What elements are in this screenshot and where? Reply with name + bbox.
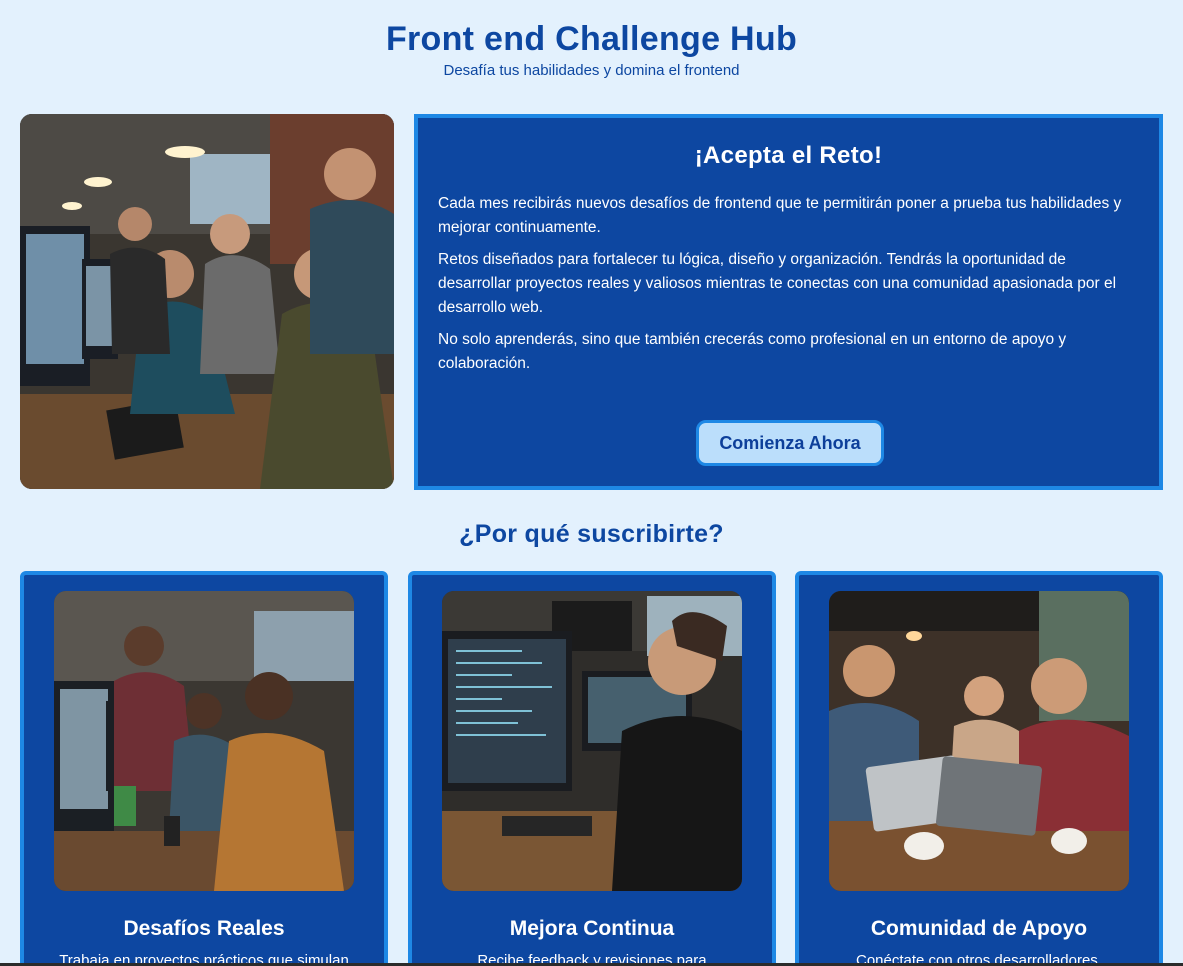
feature-title: Desafíos Reales bbox=[123, 917, 285, 940]
feature-card-support-community: Comunidad de Apoyo Conéctate con otros d… bbox=[795, 571, 1163, 966]
feature-image bbox=[442, 591, 742, 891]
challenge-paragraph: Cada mes recibirás nuevos desafíos de fr… bbox=[438, 195, 1122, 236]
challenge-paragraph: No solo aprenderás, sino que también cre… bbox=[438, 331, 1067, 372]
feature-card-real-challenges: Desafíos Reales Trabaja en proyectos prá… bbox=[20, 571, 388, 966]
hero-image bbox=[20, 114, 394, 489]
feature-image bbox=[829, 591, 1129, 891]
page-title: Front end Challenge Hub bbox=[385, 20, 798, 58]
feature-title: Mejora Continua bbox=[509, 917, 675, 940]
challenge-paragraph: Retos diseñados para fortalecer tu lógic… bbox=[438, 251, 1117, 316]
feature-card-continuous-improvement: Mejora Continua Recibe feedback y revisi… bbox=[408, 571, 776, 966]
start-now-button[interactable]: Comienza Ahora bbox=[696, 420, 884, 466]
challenge-description: Cada mes recibirás nuevos desafíos de fr… bbox=[418, 192, 1159, 376]
hero-section: ¡Acepta el Reto! Cada mes recibirás nuev… bbox=[20, 114, 1163, 490]
page-header: Front end Challenge Hub Desafía tus habi… bbox=[0, 0, 1183, 79]
feature-image bbox=[54, 591, 354, 891]
page-subtitle: Desafía tus habilidades y domina el fron… bbox=[443, 62, 740, 79]
challenge-card: ¡Acepta el Reto! Cada mes recibirás nuev… bbox=[414, 114, 1163, 490]
feature-title: Comunidad de Apoyo bbox=[870, 917, 1088, 940]
why-subscribe-title: ¿Por qué suscribirte? bbox=[459, 520, 724, 548]
challenge-heading: ¡Acepta el Reto! bbox=[694, 142, 883, 169]
